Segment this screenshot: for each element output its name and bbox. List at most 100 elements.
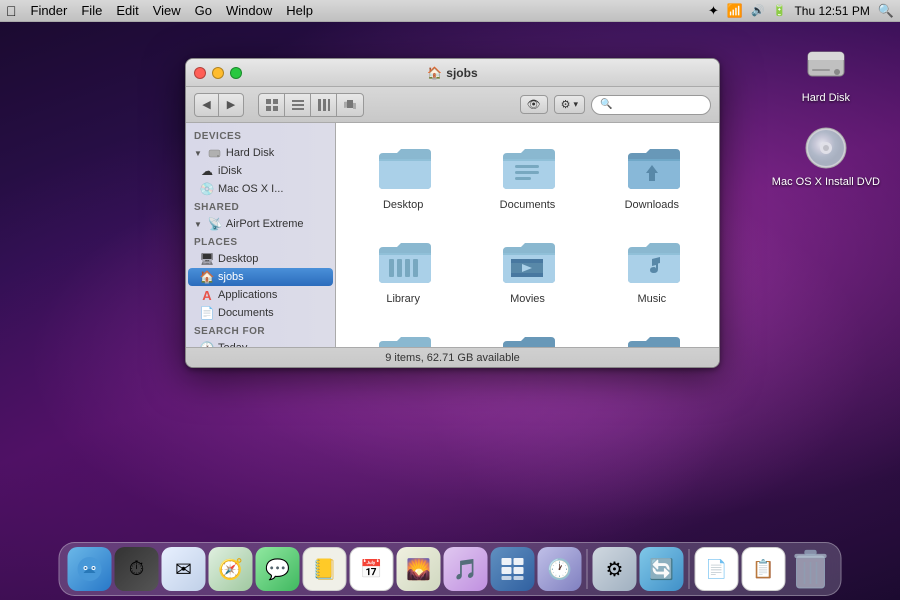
dock-finder-icon (68, 547, 112, 591)
menubar-file[interactable]: File (81, 3, 102, 18)
sidebar-item-idisk[interactable]: ☁ iDisk (186, 162, 335, 180)
file-area: Desktop Documents (336, 123, 719, 347)
dock-safari[interactable]: 🧭 (209, 547, 253, 591)
sidebar-section-devices: DEVICES (186, 127, 335, 144)
sidebar: DEVICES ▼ Hard Disk ☁ iDisk 💿 Mac OS X I… (186, 123, 336, 347)
sidebar-item-harddisk[interactable]: ▼ Hard Disk (186, 144, 335, 162)
back-button[interactable]: ◀ (195, 94, 219, 116)
maximize-button[interactable] (230, 67, 242, 79)
quick-look-button[interactable]: 👁 (520, 95, 548, 114)
desktop-icon-dvd[interactable]: Mac OS X Install DVD (772, 124, 880, 188)
file-item-pictures[interactable]: Pictures (346, 321, 460, 347)
file-item-movies[interactable]: Movies (470, 227, 584, 311)
file-item-desktop[interactable]: Desktop (346, 133, 460, 217)
music-folder-icon (624, 233, 680, 289)
downloads-folder-icon (624, 139, 680, 195)
forward-button[interactable]: ▶ (219, 94, 243, 116)
file-item-sites[interactable]: Sites (595, 321, 709, 347)
public-folder-icon (499, 327, 555, 347)
column-view-button[interactable] (311, 94, 337, 116)
dock-timemachine[interactable]: 🕐 (538, 547, 582, 591)
desktop-folder-icon (375, 139, 431, 195)
statusbar: 9 items, 62.71 GB available (186, 347, 719, 367)
gear-icon: ⚙ (561, 98, 571, 111)
finder-body: DEVICES ▼ Hard Disk ☁ iDisk 💿 Mac OS X I… (186, 123, 719, 347)
sidebar-item-dvd[interactable]: 💿 Mac OS X I... (186, 180, 335, 198)
dock-isync[interactable]: 🔄 (640, 547, 684, 591)
dock-preview-icon: 📄 (695, 547, 739, 591)
menubar-edit[interactable]: Edit (116, 3, 138, 18)
desktop-folder-label: Desktop (383, 199, 423, 211)
dock-preview[interactable]: 📄 (695, 547, 739, 591)
pictures-folder-icon (375, 327, 431, 347)
icon-view-button[interactable] (259, 94, 285, 116)
dock-ichat[interactable]: 💬 (256, 547, 300, 591)
menubar-window[interactable]: Window (226, 3, 272, 18)
file-item-downloads[interactable]: Downloads (595, 133, 709, 217)
desktop-icon-harddisk[interactable]: Hard Disk (772, 40, 880, 104)
dock-addressbook[interactable]: 📒 (303, 547, 347, 591)
triangle-icon: ▼ (194, 149, 202, 158)
dock-ichat-icon: 💬 (256, 547, 300, 591)
dock-mail[interactable]: ✉ (162, 547, 206, 591)
sidebar-item-airport[interactable]: ▼ 📡 AirPort Extreme (186, 215, 335, 233)
dock: ⏱ ✉ 🧭 💬 📒 📅 🌄 🎵 (59, 542, 842, 596)
dock-pdfpreview[interactable]: 📋 (742, 547, 786, 591)
harddisk-sidebar-icon (208, 146, 222, 160)
dvd-icon (802, 124, 850, 172)
dock-sysprefs[interactable]: ⚙ (593, 547, 637, 591)
file-item-music[interactable]: Music (595, 227, 709, 311)
sidebar-section-shared: SHARED (186, 198, 335, 215)
dock-itunes[interactable]: 🎵 (444, 547, 488, 591)
action-button[interactable]: ⚙ ▾ (554, 95, 585, 114)
spotlight-icon[interactable]: 🔍 (878, 3, 894, 19)
file-item-library[interactable]: Library (346, 227, 460, 311)
battery-icon: 🔋 (773, 4, 787, 17)
dock-expose-icon (491, 547, 535, 591)
library-folder-label: Library (386, 293, 420, 305)
sjobs-icon: 🏠 (200, 270, 214, 284)
menubar-go[interactable]: Go (195, 3, 212, 18)
sidebar-item-desktop[interactable]: 🖥 Desktop (186, 250, 335, 268)
apple-menu[interactable]:  (6, 3, 17, 19)
close-button[interactable] (194, 67, 206, 79)
file-item-public[interactable]: Public (470, 321, 584, 347)
volume-icon: 🔊 (751, 4, 765, 17)
documents-icon: 📄 (200, 306, 214, 320)
search-icon: 🔍 (600, 99, 612, 110)
sidebar-item-applications[interactable]: A Applications (186, 286, 335, 304)
status-text: 9 items, 62.71 GB available (385, 352, 520, 364)
dock-expose[interactable] (491, 547, 535, 591)
dock-iphoto[interactable]: 🌄 (397, 547, 441, 591)
dock-sysprefs-icon: ⚙ (593, 547, 637, 591)
dock-finder[interactable] (68, 547, 112, 591)
dock-isync-icon: 🔄 (640, 547, 684, 591)
menubar-help[interactable]: Help (286, 3, 313, 18)
titlebar: 🏠 sjobs (186, 59, 719, 87)
finder-window: 🏠 sjobs ◀ ▶ (185, 58, 720, 368)
sidebar-item-documents[interactable]: 📄 Documents (186, 304, 335, 322)
harddisk-label: Hard Disk (802, 92, 850, 104)
view-buttons (258, 93, 364, 117)
documents-folder-label: Documents (500, 199, 556, 211)
sidebar-item-sjobs[interactable]: 🏠 sjobs (188, 268, 333, 286)
sidebar-item-today[interactable]: 🕐 Today (186, 339, 335, 347)
minimize-button[interactable] (212, 67, 224, 79)
list-view-button[interactable] (285, 94, 311, 116)
menubar-left:  Finder File Edit View Go Window Help (6, 3, 313, 19)
sidebar-section-places: PLACES (186, 233, 335, 250)
menubar-view[interactable]: View (153, 3, 181, 18)
menubar-finder[interactable]: Finder (31, 3, 68, 18)
file-item-documents[interactable]: Documents (470, 133, 584, 217)
coverflow-view-button[interactable] (337, 94, 363, 116)
search-box[interactable]: 🔍 (591, 95, 711, 115)
dock-ical[interactable]: 📅 (350, 547, 394, 591)
documents-folder-icon (499, 139, 555, 195)
dock-pdfpreview-icon: 📋 (742, 547, 786, 591)
dock-safari-icon: 🧭 (209, 547, 253, 591)
dock-trash[interactable] (789, 547, 833, 591)
dock-dashboard[interactable]: ⏱ (115, 547, 159, 591)
titlebar-title: 🏠 sjobs (427, 66, 477, 80)
dock-trash-icon (789, 547, 833, 591)
today-icon: 🕐 (200, 341, 214, 347)
